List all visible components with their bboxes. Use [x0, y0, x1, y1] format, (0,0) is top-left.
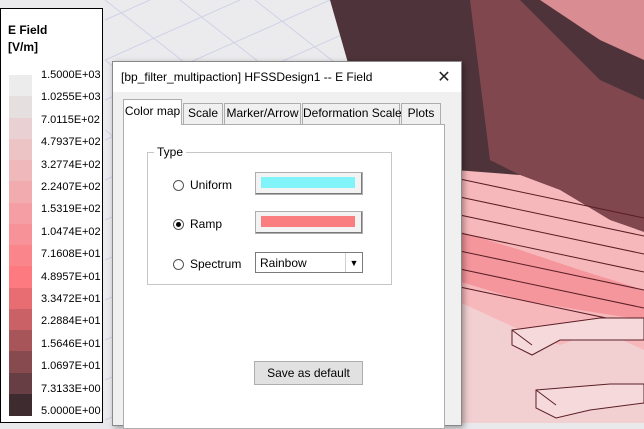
tab-label: Scale [187, 106, 219, 120]
legend-value-label: 1.0474E+02 [41, 225, 101, 238]
legend-value-label: 1.0697E+01 [41, 360, 101, 373]
spectrum-radio[interactable] [173, 259, 184, 270]
legend-value-label: 1.5000E+03 [41, 69, 101, 81]
tab-marker-arrow[interactable]: Marker/Arrow [224, 103, 301, 124]
legend-swatch [9, 117, 32, 140]
legend-swatch [9, 308, 32, 331]
legend-swatch [9, 96, 32, 118]
ramp-color-swatch [261, 216, 355, 227]
tab-plots[interactable]: Plots [401, 103, 441, 124]
legend-swatch-column [9, 75, 32, 416]
color-legend: E Field [V/m] 1.5000E+03 1.0255E+03 7.0115… [0, 8, 103, 423]
uniform-color-swatch [261, 177, 355, 188]
legend-swatch [9, 330, 32, 352]
legend-swatch [9, 266, 32, 288]
legend-value-label: 3.2774E+02 [41, 158, 101, 171]
legend-swatch [9, 351, 32, 373]
tab-label: Plots [407, 106, 435, 120]
spectrum-selected-value: Rainbow [260, 256, 307, 270]
legend-value-label: 2.2884E+01 [41, 315, 101, 328]
legend-swatch [9, 372, 32, 395]
e-field-dialog[interactable]: [bp_filter_multipaction] HFSSDesign1 -- … [112, 61, 462, 429]
legend-swatch [9, 202, 32, 225]
uniform-color-button[interactable] [255, 172, 363, 195]
dialog-title: [bp_filter_multipaction] HFSSDesign1 -- … [121, 70, 373, 84]
legend-swatch [9, 160, 32, 182]
legend-value-label: 7.1608E+01 [41, 248, 101, 261]
type-group-box: Type Uniform Ramp Spectrum Rainbow ▼ [147, 145, 392, 285]
close-button[interactable]: ✕ [427, 62, 461, 92]
uniform-label[interactable]: Uniform [190, 178, 232, 192]
legend-swatch [9, 75, 32, 97]
ramp-radio[interactable] [173, 219, 184, 230]
chevron-down-icon[interactable]: ▼ [345, 253, 362, 272]
spectrum-label[interactable]: Spectrum [190, 257, 241, 271]
uniform-radio[interactable] [173, 180, 184, 191]
legend-value-label: 1.5319E+02 [41, 203, 101, 216]
legend-swatch [9, 245, 32, 267]
dialog-titlebar[interactable]: [bp_filter_multipaction] HFSSDesign1 -- … [113, 62, 461, 92]
legend-swatch [9, 138, 32, 161]
tab-label: Deformation Scale [303, 106, 402, 120]
tab-label: Marker/Arrow [226, 106, 299, 120]
legend-swatch [9, 223, 32, 246]
legend-value-label: 7.3133E+00 [41, 382, 101, 395]
tab-label: Color map [124, 104, 181, 118]
legend-value-label: 3.3472E+01 [41, 293, 101, 305]
tab-deformation-scale[interactable]: Deformation Scale [302, 103, 402, 124]
spectrum-dropdown[interactable]: Rainbow ▼ [255, 252, 363, 273]
legend-value-label: 1.0255E+03 [41, 91, 101, 104]
color-map-panel: Type Uniform Ramp Spectrum Rainbow ▼ Sav… [123, 124, 445, 429]
ramp-color-button[interactable] [255, 211, 363, 234]
legend-title: E Field [V/m] [8, 23, 48, 54]
legend-swatch [9, 393, 32, 416]
legend-swatch [9, 181, 32, 203]
type-group-label: Type [154, 145, 187, 159]
close-icon: ✕ [437, 69, 451, 86]
legend-value-label: 2.2407E+02 [41, 181, 101, 193]
legend-value-label: 7.0115E+02 [41, 113, 100, 126]
legend-value-label: 1.5646E+01 [41, 337, 101, 350]
legend-value-label: 4.8957E+01 [41, 270, 101, 283]
save-as-default-button[interactable]: Save as default [254, 361, 363, 385]
ramp-label[interactable]: Ramp [190, 217, 222, 231]
legend-value-label: 5.0000E+00 [41, 405, 101, 417]
legend-swatch [9, 287, 32, 310]
legend-value-label: 4.7937E+02 [41, 136, 101, 149]
tab-color-map[interactable]: Color map [123, 99, 182, 125]
tab-scale[interactable]: Scale [183, 103, 223, 124]
